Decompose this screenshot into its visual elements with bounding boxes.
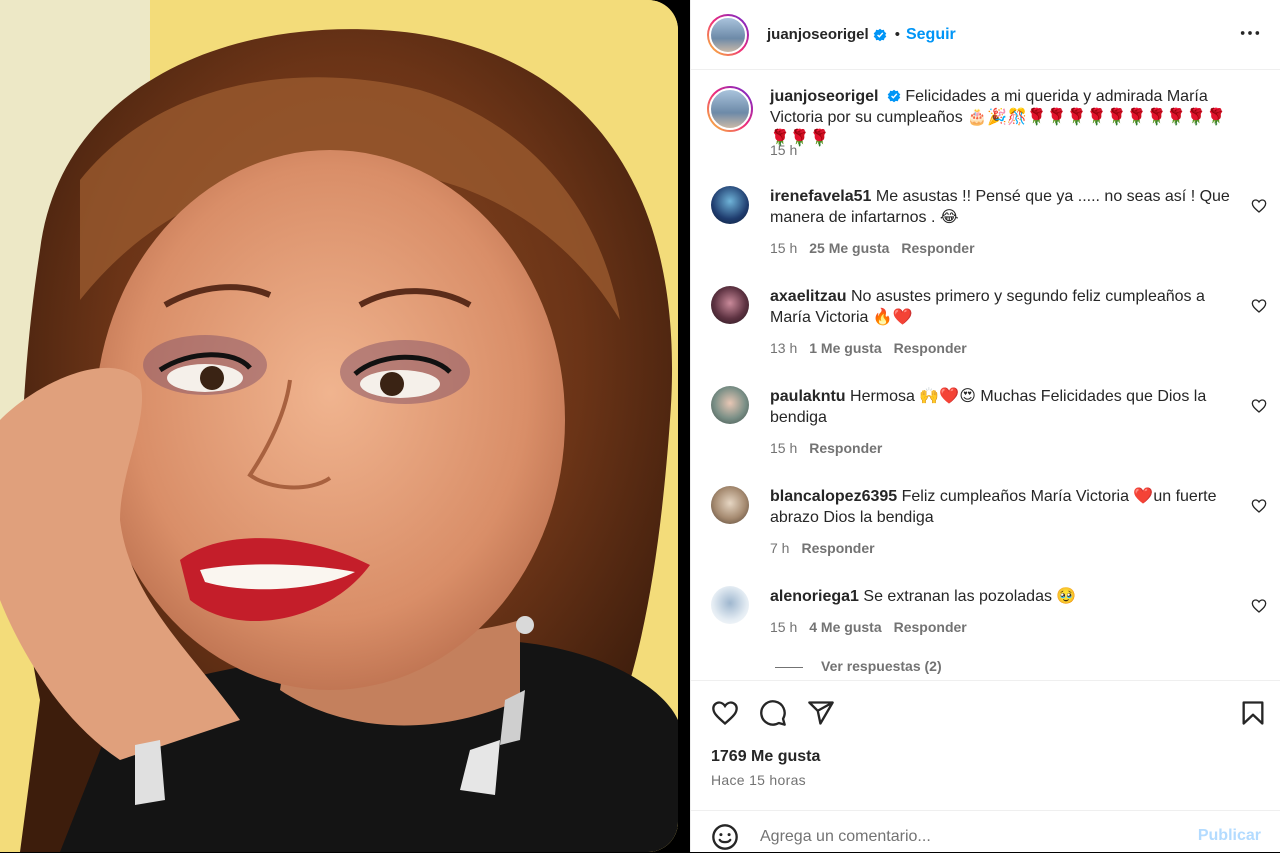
likes-count[interactable]: 1769 Me gusta — [711, 748, 820, 766]
post-time: Hace 15 horas — [711, 772, 806, 788]
caption-author-avatar[interactable] — [707, 86, 753, 132]
comment-username[interactable]: alenoriega1 — [770, 588, 859, 605]
comment-meta: 15 h 4 Me gusta Responder — [770, 619, 979, 635]
comments-list[interactable]: juanjoseorigel Felicidades a mi querida … — [691, 70, 1280, 680]
post-side-panel: juanjoseorigel • Seguir juanjoseorigel F… — [690, 0, 1280, 853]
comment-body: axaelitzau No asustes primero y segundo … — [770, 286, 1230, 328]
commenter-avatar[interactable] — [711, 386, 749, 424]
comment-body: blancalopez6395 Feliz cumpleaños María V… — [770, 486, 1230, 528]
comment-time: 15 h — [770, 619, 798, 635]
comment-time: 7 h — [770, 540, 790, 556]
comment-body: alenoriega1 Se extranan las pozoladas 🥹 — [770, 586, 1230, 607]
comment-likes[interactable]: 1 Me gusta — [809, 340, 881, 356]
author-avatar[interactable] — [707, 13, 749, 56]
comment-body: paulakntu Hermosa 🙌❤️😍 Muchas Felicidade… — [770, 386, 1230, 428]
reply-button[interactable]: Responder — [894, 340, 967, 356]
comment-meta: 13 h 1 Me gusta Responder — [770, 340, 979, 356]
post-modal: juanjoseorigel • Seguir juanjoseorigel F… — [0, 0, 1280, 853]
comment-time: 13 h — [770, 340, 798, 356]
comment-time: 15 h — [770, 240, 798, 256]
comment-input[interactable] — [758, 821, 1182, 853]
comment-icon[interactable] — [759, 699, 787, 727]
post-photo[interactable] — [0, 0, 678, 852]
replies-divider-line — [775, 666, 803, 668]
commenter-avatar[interactable] — [711, 586, 749, 624]
caption-username[interactable]: juanjoseorigel — [770, 88, 878, 105]
comment-likes[interactable]: 25 Me gusta — [809, 240, 889, 256]
commenter-avatar[interactable] — [711, 286, 749, 324]
author-username[interactable]: juanjoseorigel — [767, 26, 869, 43]
reply-button[interactable]: Responder — [894, 619, 967, 635]
comment-like-heart-icon[interactable] — [1251, 598, 1267, 614]
comment-meta: 7 h Responder — [770, 540, 887, 556]
comment-body: irenefavela51 Me asustas !! Pensé que ya… — [770, 186, 1230, 228]
comment-username[interactable]: irenefavela51 — [770, 188, 871, 205]
portrait-illustration — [0, 0, 678, 852]
comment-like-heart-icon[interactable] — [1251, 298, 1267, 314]
post-media — [0, 0, 678, 852]
comment-username[interactable]: blancalopez6395 — [770, 488, 897, 505]
commenter-avatar[interactable] — [711, 186, 749, 224]
reply-button[interactable]: Responder — [901, 240, 974, 256]
caption-time: 15 h — [770, 142, 798, 158]
comment-like-heart-icon[interactable] — [1251, 198, 1267, 214]
share-icon[interactable] — [807, 699, 835, 727]
verified-badge-icon — [887, 89, 901, 103]
comment-meta: 15 h 25 Me gusta Responder — [770, 240, 987, 256]
comment-text: Se extranan las pozoladas 🥹 — [863, 588, 1077, 605]
reply-button[interactable]: Responder — [809, 440, 882, 456]
comment-meta: 15 h Responder — [770, 440, 894, 456]
publish-button[interactable]: Publicar — [1198, 827, 1261, 845]
view-replies-button[interactable]: Ver respuestas (2) — [775, 658, 942, 674]
more-options-icon[interactable] — [1239, 22, 1261, 44]
separator-dot: • — [894, 26, 900, 43]
post-header: juanjoseorigel • Seguir — [691, 0, 1280, 70]
verified-badge-icon — [873, 28, 887, 41]
caption-body: juanjoseorigel Felicidades a mi querida … — [770, 86, 1230, 149]
post-actions: 1769 Me gusta Hace 15 horas — [691, 680, 1280, 811]
add-comment-bar: Publicar — [691, 810, 1280, 853]
emoji-icon[interactable] — [711, 823, 739, 851]
caption-meta: 15 h — [770, 142, 809, 158]
comment-like-heart-icon[interactable] — [1251, 398, 1267, 414]
follow-button[interactable]: Seguir — [906, 26, 956, 44]
comment-username[interactable]: paulakntu — [770, 388, 846, 405]
comment-like-heart-icon[interactable] — [1251, 498, 1267, 514]
reply-button[interactable]: Responder — [801, 540, 874, 556]
comment-username[interactable]: axaelitzau — [770, 288, 846, 305]
heart-icon[interactable] — [711, 699, 739, 727]
commenter-avatar[interactable] — [711, 486, 749, 524]
comment-likes[interactable]: 4 Me gusta — [809, 619, 881, 635]
bookmark-icon[interactable] — [1239, 699, 1267, 727]
view-replies-label: Ver respuestas (2) — [821, 658, 942, 674]
comment-time: 15 h — [770, 440, 798, 456]
